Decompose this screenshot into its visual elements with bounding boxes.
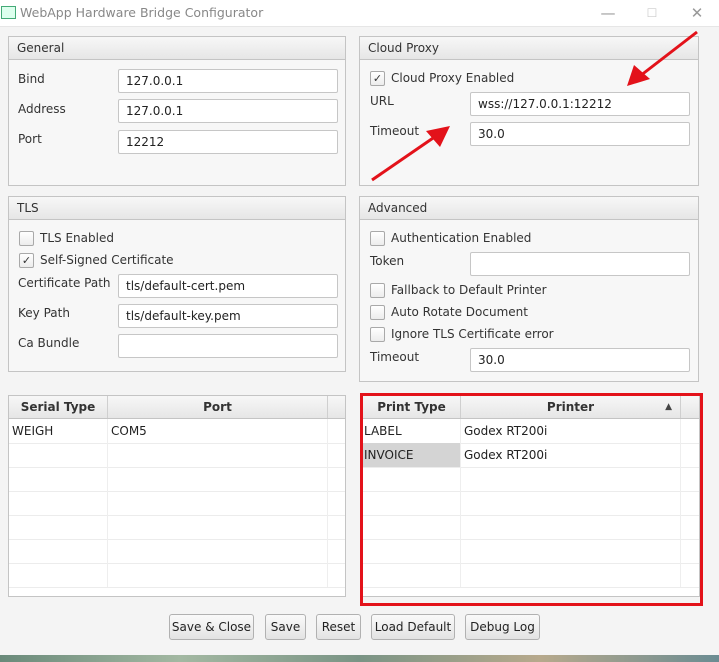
- printer-cell[interactable]: Godex RT200i: [461, 443, 681, 467]
- print-table-header: Print Type Printer ▲: [363, 396, 699, 419]
- table-row: [363, 515, 699, 540]
- arrow-to-cloud-proxy: [639, 30, 698, 78]
- key-path-label: Key Path: [18, 306, 70, 320]
- debug-log-button[interactable]: Debug Log: [465, 614, 540, 640]
- advanced-timeout-input[interactable]: 30.0: [470, 348, 690, 372]
- ignore-tls-label: Ignore TLS Certificate error: [391, 327, 554, 341]
- print-type-cell[interactable]: LABEL: [363, 419, 461, 443]
- checkbox-empty: [370, 305, 385, 320]
- arrowhead-icon: [627, 65, 650, 86]
- print-type-column-header[interactable]: Print Type: [363, 396, 461, 418]
- table-row: [9, 443, 345, 468]
- load-default-button[interactable]: Load Default: [371, 614, 455, 640]
- port-column-header[interactable]: Port: [108, 396, 328, 418]
- serial-table-header: Serial Type Port: [9, 396, 345, 419]
- auth-enabled-label: Authentication Enabled: [391, 231, 532, 245]
- checkbox-empty: [370, 327, 385, 342]
- port-cell[interactable]: COM5: [108, 419, 328, 443]
- table-row[interactable]: WEIGH COM5: [9, 419, 345, 444]
- annotation-arrows: [371, 30, 698, 182]
- reset-button[interactable]: Reset: [316, 614, 361, 640]
- cert-path-input[interactable]: tls/default-cert.pem: [118, 274, 338, 298]
- checkbox-check-icon: ✓: [19, 253, 34, 268]
- table-row: [9, 491, 345, 516]
- cert-path-label: Certificate Path: [18, 276, 111, 290]
- tls-header: TLS: [9, 197, 345, 220]
- table-row[interactable]: LABEL Godex RT200i: [363, 419, 699, 444]
- table-row[interactable]: INVOICE Godex RT200i: [363, 443, 699, 468]
- table-row: [9, 539, 345, 564]
- checkbox-empty: [19, 231, 34, 246]
- save-and-close-button[interactable]: Save & Close: [169, 614, 254, 640]
- advanced-header: Advanced: [360, 197, 698, 220]
- table-row: [363, 491, 699, 516]
- table-row: [363, 467, 699, 492]
- token-input[interactable]: [470, 252, 690, 276]
- table-row: [9, 515, 345, 540]
- print-type-cell-selected[interactable]: INVOICE: [363, 443, 461, 467]
- printer-column-header[interactable]: Printer ▲: [461, 396, 681, 418]
- fallback-printer-label: Fallback to Default Printer: [391, 283, 547, 297]
- self-signed-label: Self-Signed Certificate: [40, 253, 174, 267]
- advanced-timeout-label: Timeout: [370, 350, 420, 364]
- checkbox-empty: [370, 283, 385, 298]
- serial-type-cell[interactable]: WEIGH: [9, 419, 108, 443]
- table-row: [9, 563, 345, 588]
- printer-cell[interactable]: Godex RT200i: [461, 419, 681, 443]
- desktop-background-strip: [0, 655, 719, 662]
- ca-bundle-label: Ca Bundle: [18, 336, 80, 350]
- save-button[interactable]: Save: [265, 614, 306, 640]
- token-label: Token: [370, 254, 405, 268]
- key-path-input[interactable]: tls/default-key.pem: [118, 304, 338, 328]
- arrow-to-url: [371, 134, 437, 182]
- checkbox-empty: [370, 231, 385, 246]
- tls-enabled-label: TLS Enabled: [40, 231, 114, 245]
- sort-ascending-icon: ▲: [665, 402, 672, 412]
- auto-rotate-label: Auto Rotate Document: [391, 305, 528, 319]
- printer-column-label: Printer: [546, 400, 595, 414]
- serial-table[interactable]: Serial Type Port WEIGH COM5: [8, 395, 346, 597]
- table-row: [9, 467, 345, 492]
- ca-bundle-input[interactable]: [118, 334, 338, 358]
- print-table[interactable]: Print Type Printer ▲ LABEL Godex RT200i …: [362, 395, 700, 597]
- serial-type-column-header[interactable]: Serial Type: [9, 396, 108, 418]
- table-row: [363, 539, 699, 564]
- table-row: [363, 563, 699, 588]
- arrowhead-icon: [426, 126, 450, 147]
